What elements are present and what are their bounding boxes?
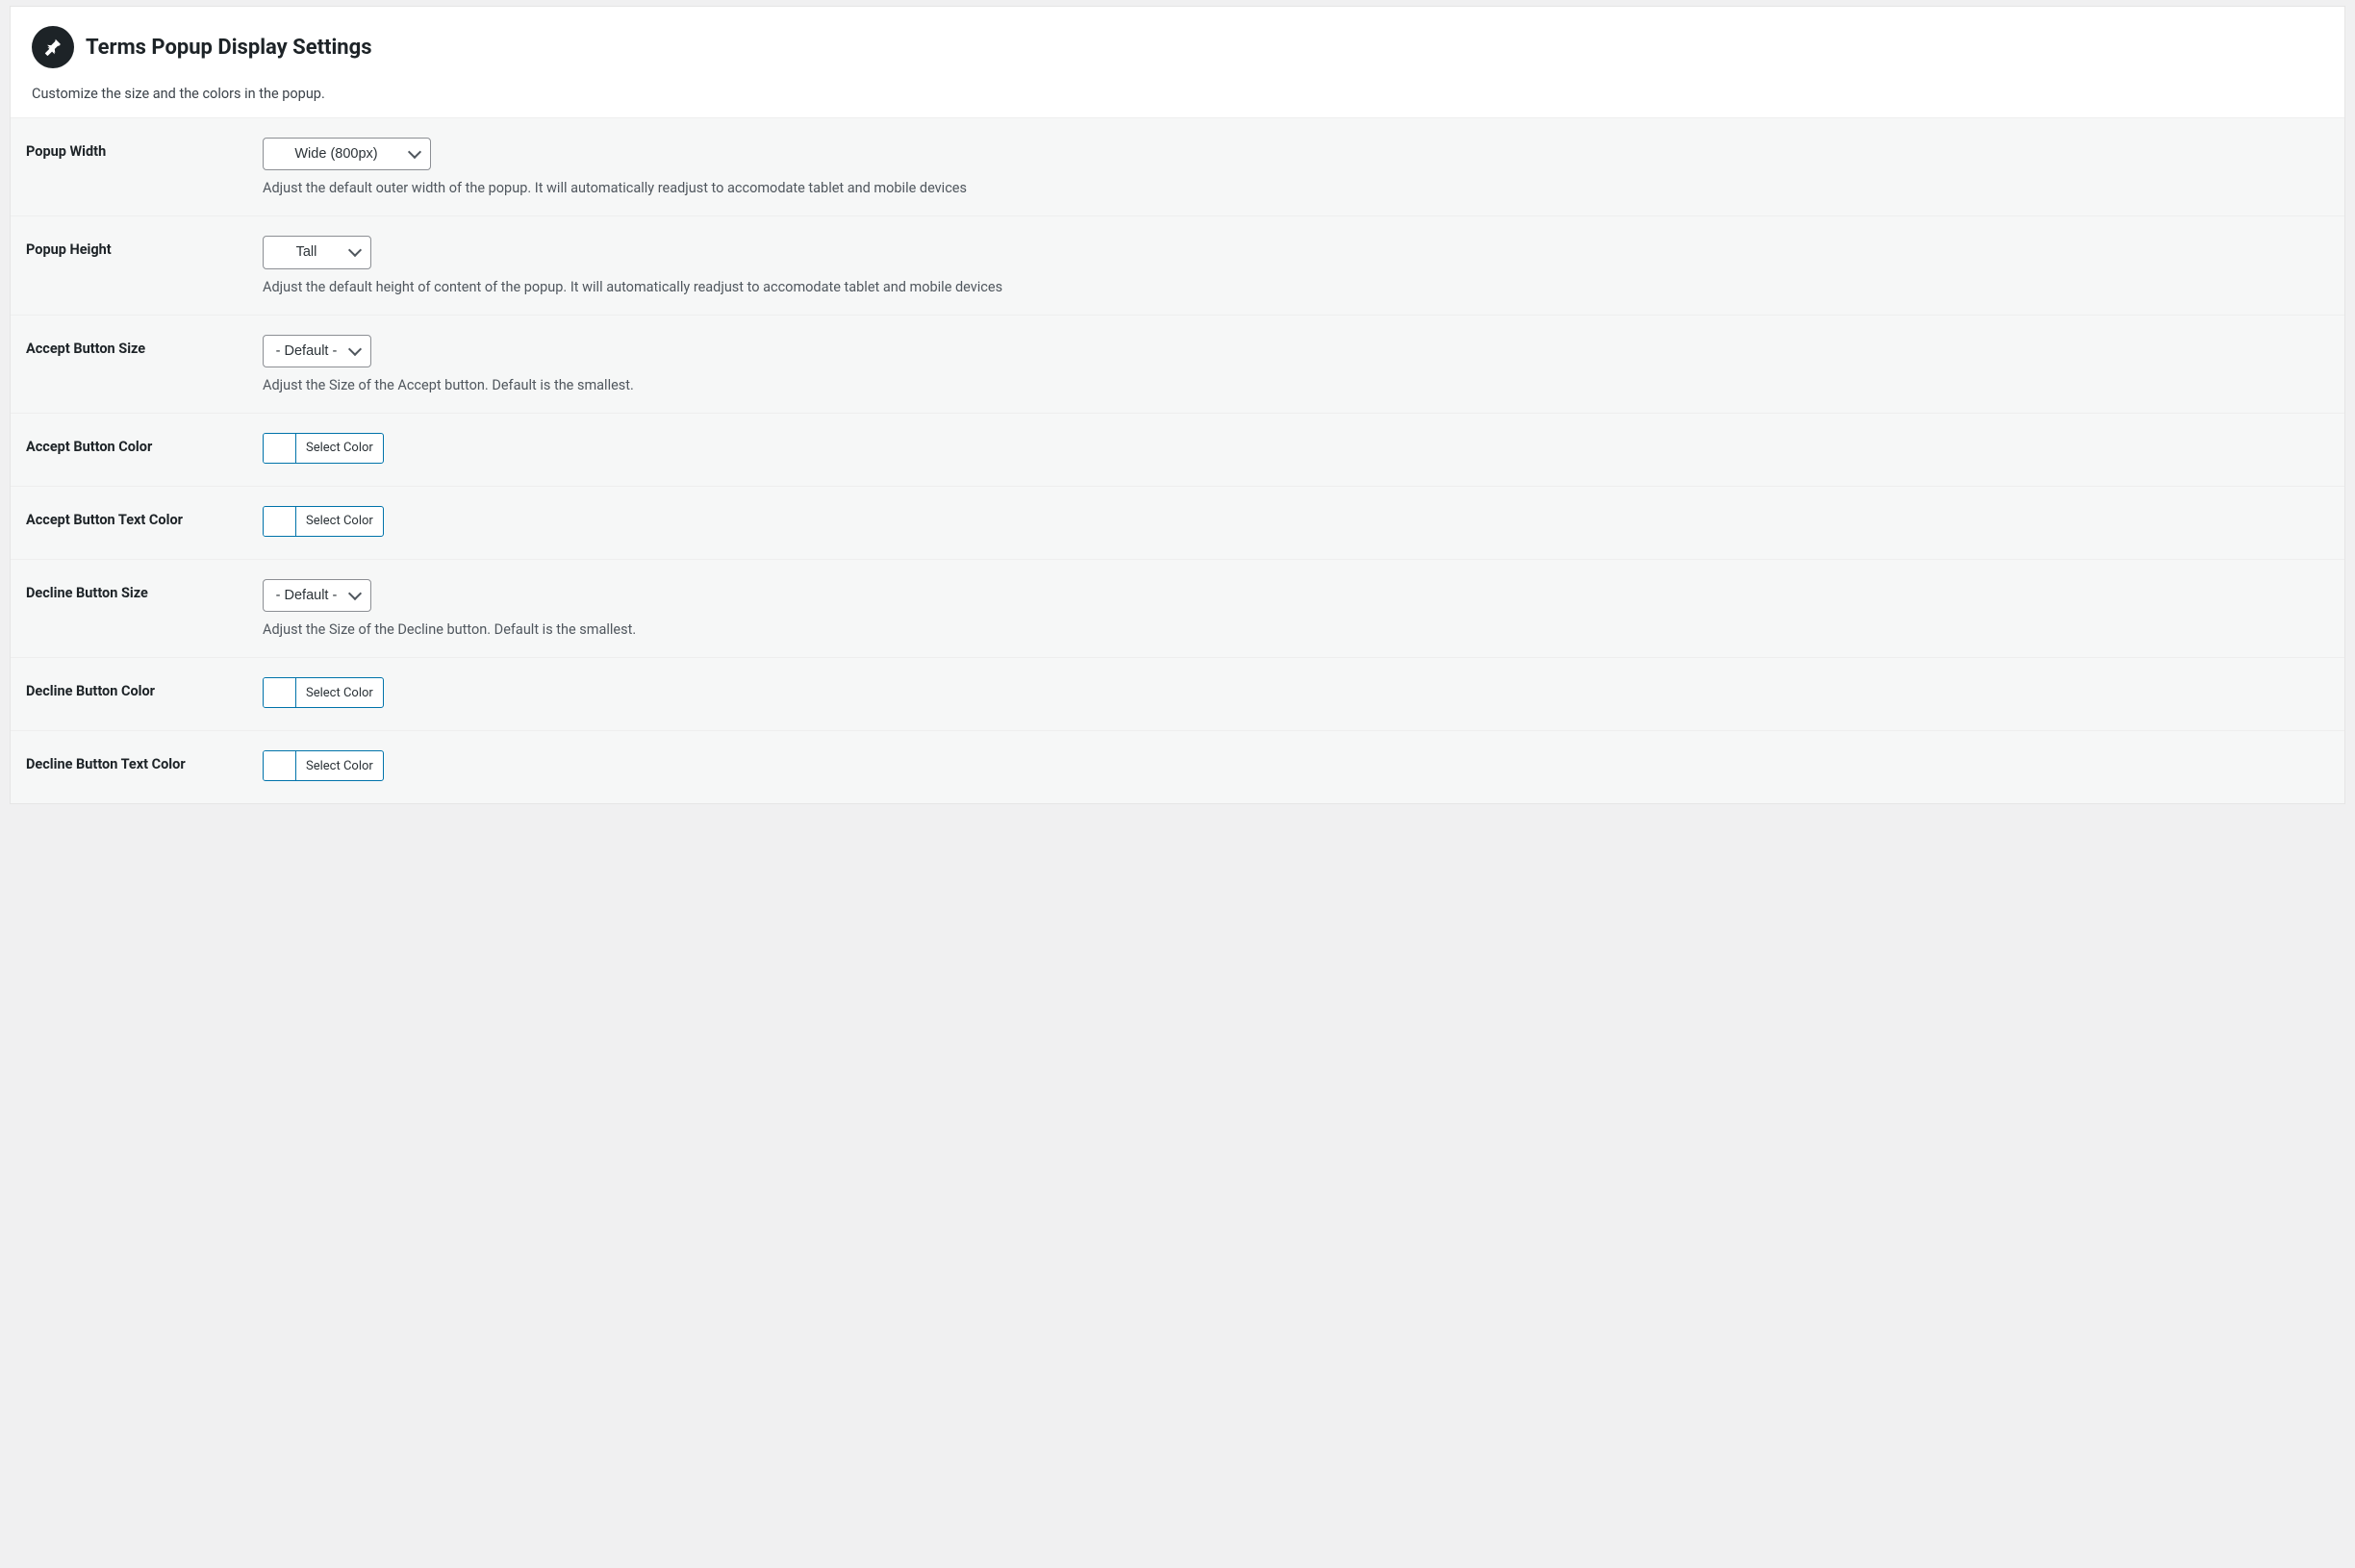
control-accept-color: Select Color	[263, 433, 2329, 467]
control-popup-height: Tall Adjust the default height of conten…	[263, 236, 2329, 294]
row-accept-text-color: Accept Button Text Color Select Color	[11, 486, 2344, 559]
color-picker-accept[interactable]: Select Color	[263, 433, 384, 464]
label-decline-size: Decline Button Size	[26, 579, 263, 601]
select-accept-size[interactable]: - Default -	[263, 335, 371, 367]
control-accept-size: - Default - Adjust the Size of the Accep…	[263, 335, 2329, 393]
help-popup-height: Adjust the default height of content of …	[263, 279, 2329, 295]
page-title: Terms Popup Display Settings	[86, 36, 372, 60]
row-accept-size: Accept Button Size - Default - Adjust th…	[11, 315, 2344, 413]
row-accept-color: Accept Button Color Select Color	[11, 413, 2344, 486]
help-accept-size: Adjust the Size of the Accept button. De…	[263, 377, 2329, 393]
help-decline-size: Adjust the Size of the Decline button. D…	[263, 621, 2329, 638]
color-picker-label: Select Color	[296, 434, 383, 463]
select-popup-width[interactable]: Wide (800px)	[263, 138, 431, 170]
row-decline-color: Decline Button Color Select Color	[11, 657, 2344, 730]
panel-header: Terms Popup Display Settings Customize t…	[11, 7, 2344, 117]
color-swatch-icon	[264, 678, 296, 707]
color-picker-decline[interactable]: Select Color	[263, 677, 384, 708]
label-popup-height: Popup Height	[26, 236, 263, 258]
control-decline-color: Select Color	[263, 677, 2329, 711]
control-decline-size: - Default - Adjust the Size of the Decli…	[263, 579, 2329, 638]
color-picker-label: Select Color	[296, 507, 383, 536]
row-popup-height: Popup Height Tall Adjust the default hei…	[11, 215, 2344, 314]
label-accept-color: Accept Button Color	[26, 433, 263, 455]
color-swatch-icon	[264, 434, 296, 463]
color-picker-label: Select Color	[296, 678, 383, 707]
row-decline-size: Decline Button Size - Default - Adjust t…	[11, 559, 2344, 657]
settings-panel: Terms Popup Display Settings Customize t…	[10, 6, 2345, 804]
control-accept-text-color: Select Color	[263, 506, 2329, 540]
color-swatch-icon	[264, 507, 296, 536]
label-decline-color: Decline Button Color	[26, 677, 263, 699]
color-picker-accept-text[interactable]: Select Color	[263, 506, 384, 537]
control-popup-width: Wide (800px) Adjust the default outer wi…	[263, 138, 2329, 196]
control-decline-text-color: Select Color	[263, 750, 2329, 784]
color-swatch-icon	[264, 751, 296, 780]
label-decline-text-color: Decline Button Text Color	[26, 750, 263, 772]
title-row: Terms Popup Display Settings	[32, 26, 2323, 68]
select-decline-size[interactable]: - Default -	[263, 579, 371, 612]
pin-icon	[32, 26, 74, 68]
row-popup-width: Popup Width Wide (800px) Adjust the defa…	[11, 117, 2344, 215]
help-popup-width: Adjust the default outer width of the po…	[263, 180, 2329, 196]
page-subtitle: Customize the size and the colors in the…	[32, 86, 2323, 102]
row-decline-text-color: Decline Button Text Color Select Color	[11, 730, 2344, 803]
color-picker-decline-text[interactable]: Select Color	[263, 750, 384, 781]
color-picker-label: Select Color	[296, 751, 383, 780]
label-accept-text-color: Accept Button Text Color	[26, 506, 263, 528]
select-popup-height[interactable]: Tall	[263, 236, 371, 268]
settings-table: Popup Width Wide (800px) Adjust the defa…	[11, 117, 2344, 803]
label-popup-width: Popup Width	[26, 138, 263, 160]
label-accept-size: Accept Button Size	[26, 335, 263, 357]
